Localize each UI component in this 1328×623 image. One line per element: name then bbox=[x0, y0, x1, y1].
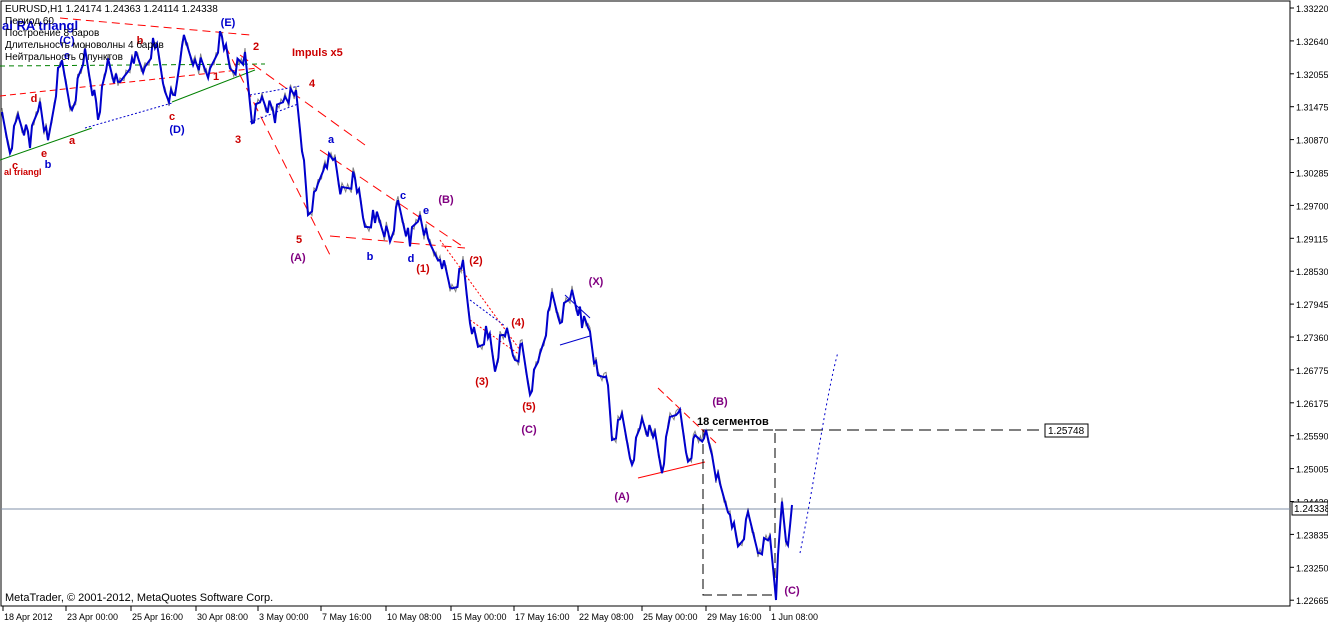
wave-label: e bbox=[423, 205, 429, 217]
wave-label: (3) bbox=[475, 376, 489, 388]
wave-label: b bbox=[367, 251, 374, 263]
price-tick-label: 1.29700 bbox=[1296, 201, 1328, 211]
time-tick-label: 29 May 16:00 bbox=[707, 612, 762, 622]
price-tick-label: 1.25005 bbox=[1296, 465, 1328, 475]
wave-label: a bbox=[328, 134, 335, 146]
time-tick-label: 7 May 16:00 bbox=[322, 612, 372, 622]
triangle-bottom-label: al triangl bbox=[4, 167, 42, 177]
wave-label: (B) bbox=[438, 194, 454, 206]
wave-label: (2) bbox=[469, 255, 483, 267]
wave-label: (A) bbox=[290, 252, 306, 264]
price-tick-label: 1.23250 bbox=[1296, 563, 1328, 573]
time-tick-label: 1 Jun 08:00 bbox=[771, 612, 818, 622]
price-tick-label: 1.30870 bbox=[1296, 136, 1328, 146]
target-level-label: 1.25748 bbox=[1048, 426, 1085, 437]
time-tick-label: 3 May 00:00 bbox=[259, 612, 309, 622]
symbol-line: EURUSD,H1 1.24174 1.24363 1.24114 1.2433… bbox=[5, 4, 218, 15]
chart-info-panel: EURUSD,H1 1.24174 1.24363 1.24114 1.2433… bbox=[5, 4, 218, 64]
wave-label: (E) bbox=[221, 17, 236, 29]
wave-label: 3 bbox=[235, 134, 241, 146]
price-tick-label: 1.29115 bbox=[1296, 234, 1328, 244]
price-tick-label: 1.26175 bbox=[1296, 399, 1328, 409]
wave-label: b bbox=[45, 159, 52, 171]
impulse-title: Impuls x5 bbox=[292, 47, 343, 59]
wave-label: (4) bbox=[511, 317, 525, 329]
wave-label: 1 bbox=[213, 71, 219, 83]
price-tick-label: 1.31475 bbox=[1296, 103, 1328, 113]
wave-label: c bbox=[12, 160, 18, 172]
chart-frame bbox=[0, 0, 1291, 607]
neutral-line: Нейтральность 0 пунктов bbox=[5, 52, 123, 63]
time-tick-label: 30 Apr 08:00 bbox=[197, 612, 248, 622]
time-tick-label: 17 May 16:00 bbox=[515, 612, 570, 622]
price-chart[interactable]: 1.25748 1.33220 1.32640 1.32055 1.31475 1.30… bbox=[0, 0, 1328, 623]
price-tick-label: 1.28530 bbox=[1296, 267, 1328, 277]
wave-label: (B) bbox=[712, 396, 728, 408]
wave-label: 5 bbox=[296, 234, 302, 246]
wave-label: (A) bbox=[614, 491, 630, 503]
price-tick-label: 1.22665 bbox=[1296, 596, 1328, 606]
price-tick-label: 1.23835 bbox=[1296, 530, 1328, 540]
build-line: Построение 8 баров bbox=[5, 28, 100, 39]
wave-label: 4 bbox=[309, 78, 316, 90]
time-tick-label: 18 Apr 2012 bbox=[4, 612, 53, 622]
price-tick-label: 1.25590 bbox=[1296, 432, 1328, 442]
time-tick-label: 25 May 00:00 bbox=[643, 612, 698, 622]
current-price-label: 1.24338 bbox=[1294, 504, 1328, 515]
wave-label: d bbox=[408, 253, 415, 265]
wave-label: (5) bbox=[522, 401, 536, 413]
time-tick-label: 15 May 00:00 bbox=[452, 612, 507, 622]
price-tick-label: 1.27945 bbox=[1296, 300, 1328, 310]
wave-label: c bbox=[169, 111, 175, 123]
wave-label: 2 bbox=[253, 41, 259, 53]
price-tick-label: 1.30285 bbox=[1296, 169, 1328, 179]
wave-label: (C) bbox=[521, 424, 537, 436]
time-tick-label: 22 May 08:00 bbox=[579, 612, 634, 622]
price-tick-label: 1.26775 bbox=[1296, 366, 1328, 376]
wave-label: (1) bbox=[416, 263, 430, 275]
time-tick-label: 23 Apr 00:00 bbox=[67, 612, 118, 622]
price-tick-label: 1.27360 bbox=[1296, 333, 1328, 343]
time-tick-label: 10 May 08:00 bbox=[387, 612, 442, 622]
copyright: MetaTrader, © 2001-2012, MetaQuotes Soft… bbox=[5, 592, 274, 604]
period-line: Период 60 bbox=[5, 16, 54, 27]
wave-label: d bbox=[31, 93, 38, 105]
wave-label: (C) bbox=[784, 585, 800, 597]
wave-label: (X) bbox=[589, 276, 604, 288]
price-tick-label: 1.32640 bbox=[1296, 37, 1328, 47]
price-tick-label: 1.33220 bbox=[1296, 4, 1328, 14]
wave-label: (D) bbox=[169, 124, 185, 136]
time-axis: 18 Apr 2012 23 Apr 00:00 25 Apr 16:00 30 Ap… bbox=[2, 606, 818, 622]
time-tick-label: 25 Apr 16:00 bbox=[132, 612, 183, 622]
price-tick-label: 1.32055 bbox=[1296, 70, 1328, 80]
segments-label: 18 сегментов bbox=[697, 416, 769, 428]
wave-label: a bbox=[69, 135, 76, 147]
mono-line: Длительность моноволны 4 баров bbox=[5, 40, 164, 51]
wave-label: c bbox=[400, 190, 406, 202]
price-axis: 1.33220 1.32640 1.32055 1.31475 1.30870 1.302… bbox=[1290, 4, 1328, 606]
